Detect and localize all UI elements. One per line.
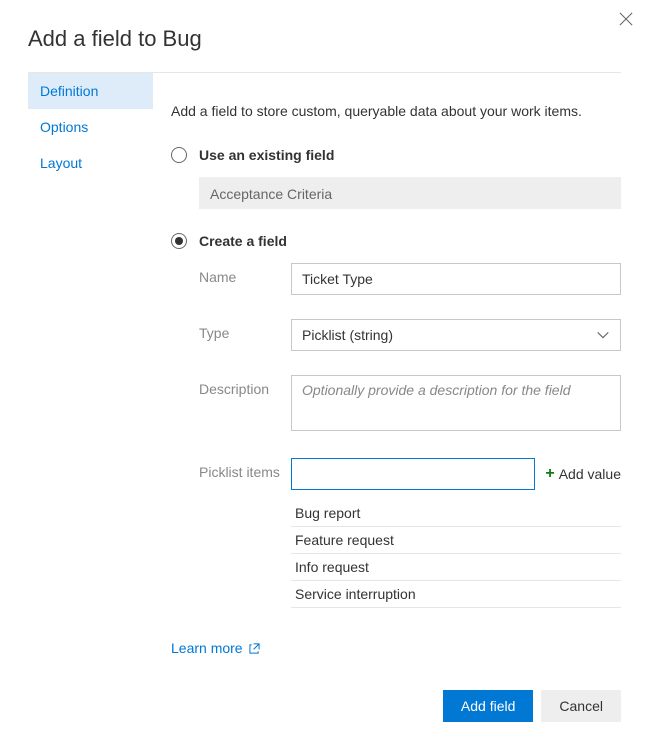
sidebar-item-definition[interactable]: Definition xyxy=(28,73,153,109)
add-field-button[interactable]: Add field xyxy=(443,690,533,722)
picklist-row: Picklist items + Add value Bug report Fe… xyxy=(199,458,621,608)
existing-field-value: Acceptance Criteria xyxy=(199,177,621,209)
external-link-icon xyxy=(249,643,260,654)
type-label: Type xyxy=(199,319,291,351)
list-item[interactable]: Bug report xyxy=(291,500,621,527)
learn-more-label: Learn more xyxy=(171,640,243,656)
close-icon xyxy=(619,12,633,26)
picklist-items: Bug report Feature request Info request … xyxy=(291,500,621,608)
list-item[interactable]: Service interruption xyxy=(291,581,621,608)
description-input[interactable] xyxy=(291,375,621,431)
create-field-radio[interactable] xyxy=(171,233,187,249)
existing-field-radio[interactable] xyxy=(171,147,187,163)
list-item[interactable]: Info request xyxy=(291,554,621,581)
create-field-radio-label: Create a field xyxy=(199,233,287,249)
type-row: Type Picklist (string) xyxy=(199,319,621,351)
description-label: Description xyxy=(199,375,291,434)
create-field-radio-row: Create a field xyxy=(171,233,621,249)
name-input[interactable] xyxy=(291,263,621,295)
dialog-title: Add a field to Bug xyxy=(0,0,649,72)
create-field-group: Name Type Picklist (string) De xyxy=(171,263,621,608)
add-value-label: Add value xyxy=(559,466,621,482)
picklist-label: Picklist items xyxy=(199,458,291,608)
dialog-footer: Add field Cancel xyxy=(443,690,621,722)
add-value-button[interactable]: + Add value xyxy=(545,466,621,482)
existing-field-radio-row: Use an existing field xyxy=(171,147,621,163)
name-row: Name xyxy=(199,263,621,295)
type-select-value: Picklist (string) xyxy=(302,327,393,343)
existing-field-group: Acceptance Criteria xyxy=(171,177,621,209)
sidebar: Definition Options Layout xyxy=(28,73,153,656)
sidebar-item-options[interactable]: Options xyxy=(28,109,153,145)
picklist-input-row: + Add value xyxy=(291,458,621,490)
dialog-body: Definition Options Layout Add a field to… xyxy=(0,73,649,656)
description-row: Description xyxy=(199,375,621,434)
picklist-input[interactable] xyxy=(291,458,535,490)
intro-text: Add a field to store custom, queryable d… xyxy=(171,103,621,119)
sidebar-item-layout[interactable]: Layout xyxy=(28,145,153,181)
existing-field-radio-label: Use an existing field xyxy=(199,147,334,163)
learn-more-link[interactable]: Learn more xyxy=(171,640,260,656)
cancel-button[interactable]: Cancel xyxy=(541,690,621,722)
chevron-down-icon xyxy=(596,328,610,342)
name-label: Name xyxy=(199,263,291,295)
main-panel: Add a field to store custom, queryable d… xyxy=(153,73,621,656)
add-field-dialog: Add a field to Bug Definition Options La… xyxy=(0,0,649,744)
close-button[interactable] xyxy=(619,12,635,28)
plus-icon: + xyxy=(545,466,554,482)
type-select[interactable]: Picklist (string) xyxy=(291,319,621,351)
list-item[interactable]: Feature request xyxy=(291,527,621,554)
